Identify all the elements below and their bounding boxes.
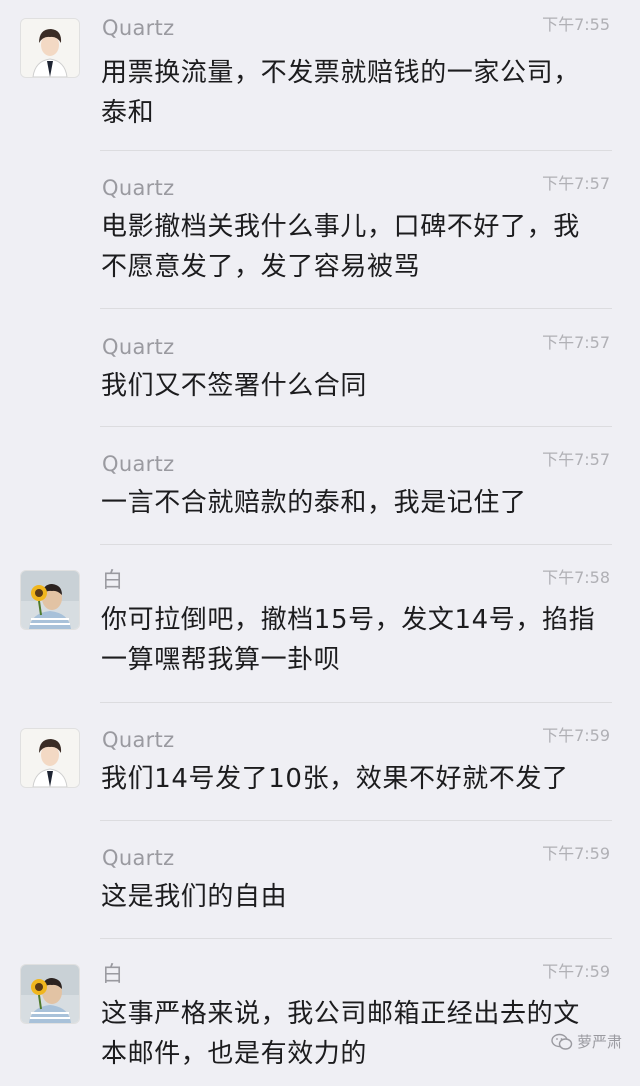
avatar[interactable] [20, 728, 80, 788]
message-text: 我们又不签署什么合同 [101, 371, 368, 401]
sender-name: Quartz [102, 728, 175, 752]
message-divider [100, 544, 612, 545]
timestamp: 下午7:58 [542, 568, 610, 587]
message-text: 这是我们的自由 [101, 882, 288, 912]
sender-name: Quartz [102, 176, 175, 200]
timestamp: 下午7:59 [542, 844, 610, 863]
watermark: 萝严肃 [551, 1031, 622, 1052]
message-divider [100, 426, 612, 427]
message-divider [100, 820, 612, 821]
message-text: 用票换流量，不发票就赔钱的一家公司， 泰和 [101, 58, 580, 128]
watermark-label: 萝严肃 [576, 1033, 622, 1051]
message-divider [100, 150, 612, 151]
message-text: 我们14号发了10张，效果不好就不发了 [101, 764, 569, 794]
sender-name: 白 [102, 962, 124, 986]
message-text: 这事严格来说，我公司邮箱正经出去的文 本邮件，也是有效力的 [101, 999, 580, 1069]
sender-name: Quartz [102, 16, 175, 40]
message-text: 电影撤档关我什么事儿，口碑不好了，我 不愿意发了，发了容易被骂 [101, 212, 580, 282]
timestamp: 下午7:57 [542, 333, 610, 352]
message-divider [100, 308, 612, 309]
avatar[interactable] [20, 570, 80, 630]
sender-name: Quartz [102, 452, 175, 476]
sender-name: Quartz [102, 335, 175, 359]
wechat-icon [551, 1033, 573, 1050]
avatar[interactable] [20, 18, 80, 78]
sunflower-avatar-icon [21, 965, 79, 1023]
message-divider [100, 938, 612, 939]
boy-avatar-icon [21, 729, 79, 787]
message-text: 一言不合就赔款的泰和，我是记住了 [101, 488, 527, 518]
boy-avatar-icon [21, 19, 79, 77]
avatar[interactable] [20, 964, 80, 1024]
message-text: 你可拉倒吧，撤档15号，发文14号，掐指 一算嘿帮我算一卦呗 [101, 605, 596, 675]
sunflower-avatar-icon [21, 571, 79, 629]
timestamp: 下午7:55 [542, 15, 610, 34]
timestamp: 下午7:59 [542, 962, 610, 981]
timestamp: 下午7:59 [542, 726, 610, 745]
timestamp: 下午7:57 [542, 174, 610, 193]
timestamp: 下午7:57 [542, 450, 610, 469]
sender-name: Quartz [102, 846, 175, 870]
sender-name: 白 [102, 568, 124, 592]
message-divider [100, 702, 612, 703]
